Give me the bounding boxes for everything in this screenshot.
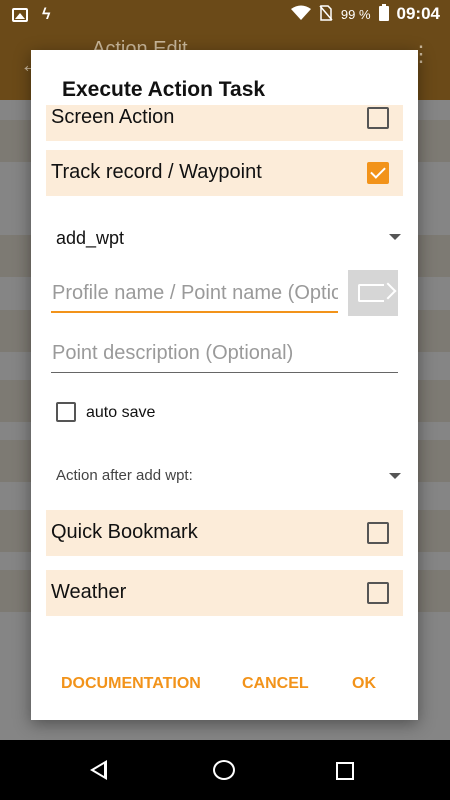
auto-save-label: auto save bbox=[86, 404, 156, 421]
track-record-checkbox[interactable] bbox=[367, 162, 389, 184]
execute-action-dialog: Execute Action Task Screen Action Track … bbox=[31, 50, 418, 720]
status-bar: ϟ 99 % 09:04 bbox=[0, 0, 450, 30]
clock: 09:04 bbox=[396, 4, 440, 23]
profile-name-input[interactable] bbox=[51, 275, 338, 311]
image-notification-icon bbox=[12, 8, 28, 22]
no-sim-icon bbox=[319, 4, 333, 24]
field-underline bbox=[51, 372, 398, 373]
battery-icon bbox=[378, 4, 389, 24]
point-description-field[interactable] bbox=[51, 335, 398, 373]
row-label: Weather bbox=[51, 581, 127, 603]
after-add-wpt-select[interactable]: Action after add wpt: bbox=[56, 457, 401, 497]
nav-recents-icon[interactable] bbox=[336, 762, 354, 780]
action-list[interactable]: Screen Action Track record / Waypoint ad… bbox=[31, 105, 418, 665]
row-label: Screen Action bbox=[51, 106, 175, 128]
dropdown-arrow-icon bbox=[389, 234, 401, 240]
tag-button[interactable] bbox=[348, 270, 398, 316]
field-underline bbox=[51, 311, 338, 313]
point-description-input[interactable] bbox=[51, 335, 398, 371]
weather-checkbox[interactable] bbox=[367, 582, 389, 604]
after-add-wpt-value: Action after add wpt: bbox=[56, 467, 193, 484]
documentation-button[interactable]: DOCUMENTATION bbox=[61, 675, 201, 693]
navigation-bar bbox=[0, 740, 450, 800]
action-type-select[interactable]: add_wpt bbox=[56, 218, 401, 258]
wifi-icon bbox=[290, 5, 311, 24]
flash-notification-icon: ϟ bbox=[42, 6, 51, 23]
profile-name-field[interactable] bbox=[51, 275, 338, 313]
dialog-title: Execute Action Task bbox=[62, 78, 266, 101]
nav-back-icon[interactable] bbox=[90, 760, 107, 780]
row-track-record-waypoint[interactable]: Track record / Waypoint bbox=[46, 150, 403, 196]
row-quick-bookmark[interactable]: Quick Bookmark bbox=[46, 510, 403, 556]
cancel-button[interactable]: CANCEL bbox=[242, 675, 309, 693]
nav-home-icon[interactable] bbox=[213, 760, 235, 780]
dropdown-arrow-icon bbox=[389, 473, 401, 479]
row-label: Quick Bookmark bbox=[51, 521, 198, 543]
row-screen-action[interactable]: Screen Action bbox=[46, 105, 403, 141]
battery-percent: 99 % bbox=[340, 6, 371, 22]
label-tag-icon bbox=[358, 284, 384, 302]
auto-save-checkbox[interactable] bbox=[56, 402, 76, 422]
row-weather[interactable]: Weather bbox=[46, 570, 403, 616]
ok-button[interactable]: OK bbox=[352, 675, 376, 693]
action-type-value: add_wpt bbox=[56, 228, 125, 248]
dialog-actions: DOCUMENTATION CANCEL OK bbox=[31, 675, 418, 705]
quick-bookmark-checkbox[interactable] bbox=[367, 522, 389, 544]
screen-action-checkbox[interactable] bbox=[367, 107, 389, 129]
row-label: Track record / Waypoint bbox=[51, 161, 262, 183]
